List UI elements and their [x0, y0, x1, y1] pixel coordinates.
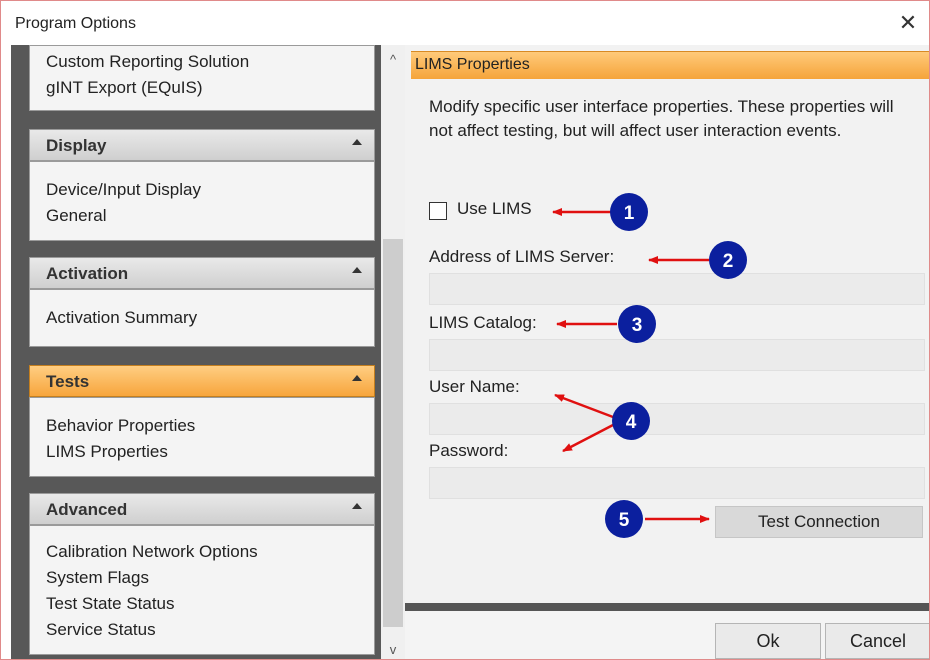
username-label: User Name:: [429, 377, 520, 396]
properties-description: Modify specific user interface propertie…: [429, 97, 894, 140]
scroll-thumb[interactable]: [383, 239, 403, 627]
nav-item-test-state-status[interactable]: Test State Status: [46, 594, 175, 614]
title-bar: Program Options ✕: [1, 1, 929, 45]
scroll-down-arrow-icon[interactable]: v: [381, 639, 405, 659]
tests-group-title: Tests: [46, 372, 90, 391]
username-input[interactable]: [429, 403, 925, 435]
nav-item-lims-properties[interactable]: LIMS Properties: [46, 442, 168, 462]
properties-pane: LIMS Properties Modify specific user int…: [405, 45, 929, 659]
advanced-group-header[interactable]: Advanced: [29, 493, 375, 525]
scroll-up-arrow-icon[interactable]: ^: [381, 45, 405, 75]
nav-item-general[interactable]: General: [46, 206, 106, 226]
test-connection-button[interactable]: Test Connection: [715, 506, 923, 538]
catalog-label: LIMS Catalog:: [429, 313, 537, 332]
lims-catalog-input[interactable]: [429, 339, 925, 371]
dialog-footer: Ok Cancel: [405, 611, 929, 659]
nav-item-device-input-display[interactable]: Device/Input Display: [46, 180, 201, 200]
collapse-icon: [352, 139, 362, 145]
nav-item-gint-export[interactable]: gINT Export (EQuIS): [46, 78, 203, 98]
footer-divider: [405, 603, 929, 611]
properties-header: LIMS Properties: [411, 51, 929, 79]
tests-group-body: Behavior Properties LIMS Properties: [29, 397, 375, 477]
advanced-group-body: Calibration Network Options System Flags…: [29, 525, 375, 655]
display-group-title: Display: [46, 136, 107, 155]
nav-item-behavior-properties[interactable]: Behavior Properties: [46, 416, 195, 436]
close-icon[interactable]: ✕: [895, 10, 921, 36]
display-group-header[interactable]: Display: [29, 129, 375, 161]
address-label: Address of LIMS Server:: [429, 247, 615, 266]
tests-group-header[interactable]: Tests: [29, 365, 375, 397]
use-lims-checkbox[interactable]: [429, 202, 447, 220]
nav-item-calibration-network-options[interactable]: Calibration Network Options: [46, 542, 258, 562]
password-input[interactable]: [429, 467, 925, 499]
nav-item-system-flags[interactable]: System Flags: [46, 568, 149, 588]
use-lims-label[interactable]: Use LIMS: [457, 199, 532, 219]
display-group-body: Device/Input Display General: [29, 161, 375, 241]
password-label: Password:: [429, 441, 509, 460]
nav-item-custom-reporting-solution[interactable]: Custom Reporting Solution: [46, 52, 249, 72]
export-panel-body: Custom Reporting Solution gINT Export (E…: [29, 45, 375, 111]
activation-group-header[interactable]: Activation: [29, 257, 375, 289]
nav-scrollbar[interactable]: ^ v: [381, 45, 405, 659]
lims-server-address-input[interactable]: [429, 273, 925, 305]
activation-group-body: Activation Summary: [29, 289, 375, 347]
ok-button[interactable]: Ok: [715, 623, 821, 659]
nav-item-activation-summary[interactable]: Activation Summary: [46, 308, 197, 328]
window-title: Program Options: [15, 15, 136, 32]
collapse-icon: [352, 267, 362, 273]
properties-header-title: LIMS Properties: [415, 56, 530, 73]
activation-group-title: Activation: [46, 264, 129, 283]
advanced-group-title: Advanced: [46, 500, 128, 519]
collapse-icon: [352, 503, 362, 509]
collapse-icon: [352, 375, 362, 381]
program-options-window: Program Options ✕ Custom Reporting Solut…: [0, 0, 930, 660]
nav-item-service-status[interactable]: Service Status: [46, 620, 156, 640]
navigation-pane: Custom Reporting Solution gINT Export (E…: [11, 45, 381, 659]
cancel-button[interactable]: Cancel: [825, 623, 929, 659]
